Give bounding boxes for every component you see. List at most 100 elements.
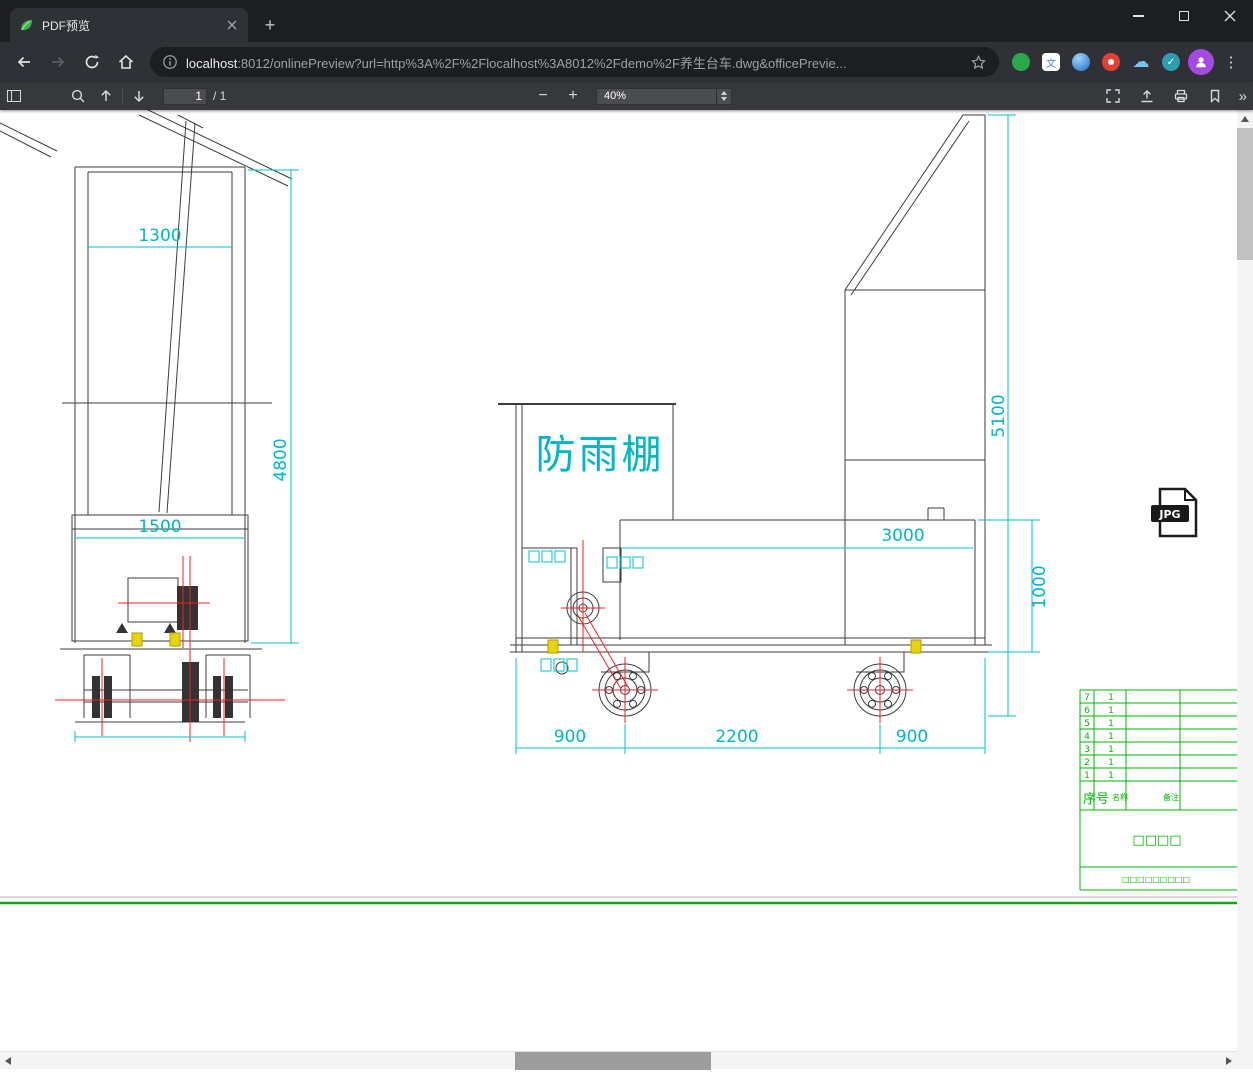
browser-menu-button[interactable]: ⋮ bbox=[1217, 48, 1245, 76]
side-view: 防雨棚 5100 3000 1000 900 2200 900 bbox=[498, 114, 1050, 754]
tab-favicon-leaf-icon bbox=[21, 20, 32, 31]
forward-button[interactable] bbox=[42, 46, 74, 78]
more-tools-button[interactable]: » bbox=[1239, 88, 1247, 105]
title-block-cell: 1 bbox=[1108, 758, 1114, 768]
scroll-right-button[interactable] bbox=[1221, 1052, 1237, 1070]
title-block-cell: 1 bbox=[1108, 706, 1114, 716]
sidebar-toggle-button[interactable] bbox=[0, 83, 28, 109]
page-number-input[interactable] bbox=[163, 87, 207, 105]
extension-icon-shield[interactable]: ✓ bbox=[1157, 48, 1185, 76]
title-block-footer: □□□□□□□□□ bbox=[1122, 875, 1190, 884]
title-block-cell: 7 bbox=[1084, 693, 1090, 703]
tab-title: PDF预览 bbox=[42, 18, 91, 33]
fullscreen-icon bbox=[1105, 89, 1120, 103]
page-count-label: / 1 bbox=[213, 89, 227, 103]
back-icon bbox=[17, 56, 30, 68]
open-file-icon bbox=[1141, 90, 1153, 103]
presentation-mode-button[interactable] bbox=[1099, 83, 1127, 109]
window-close-button[interactable] bbox=[1207, 0, 1253, 32]
site-info-icon[interactable] bbox=[162, 54, 178, 70]
title-block-header: 序号 bbox=[1083, 792, 1109, 807]
title-block-cell: 1 bbox=[1084, 771, 1090, 781]
title-block-cell: 1 bbox=[1108, 732, 1114, 742]
horizontal-scrollbar-thumb[interactable] bbox=[515, 1052, 711, 1070]
select-spinner-icon bbox=[716, 88, 731, 104]
window-minimize-button[interactable] bbox=[1115, 0, 1161, 32]
print-button[interactable] bbox=[1167, 83, 1195, 109]
person-icon bbox=[1196, 57, 1206, 68]
extension-icon-cloud[interactable]: ☁ bbox=[1127, 48, 1155, 76]
title-block-cell: 6 bbox=[1084, 706, 1090, 716]
jpg-label: JPG bbox=[1158, 508, 1180, 521]
title-block-header: 名称 bbox=[1112, 792, 1128, 802]
next-page-button[interactable] bbox=[125, 83, 153, 109]
zoom-level-value: 40% bbox=[604, 90, 627, 102]
address-bar[interactable]: localhost:8012/onlinePreview?url=http%3A… bbox=[150, 47, 999, 77]
close-icon bbox=[1224, 10, 1236, 22]
pdf-toolbar-right: » bbox=[1099, 82, 1247, 110]
extension-icon-blue-sphere[interactable] bbox=[1067, 48, 1095, 76]
dimension-label: 1300 bbox=[138, 226, 181, 246]
arrow-up-icon bbox=[101, 89, 111, 101]
titlebar: PDF预览 + bbox=[0, 0, 1253, 42]
dimension-label: 1000 bbox=[1030, 565, 1050, 608]
zoom-level-select[interactable]: 40% bbox=[596, 87, 732, 105]
new-tab-button[interactable]: + bbox=[258, 13, 282, 37]
zoom-in-button[interactable]: + bbox=[558, 87, 588, 105]
pdf-page: 1300 1500 4800 防雨棚 5100 3000 1000 900 22… bbox=[0, 110, 1237, 1079]
bookmark-button[interactable] bbox=[1201, 83, 1229, 109]
extension-icon-green[interactable] bbox=[1007, 48, 1035, 76]
cad-drawing: 1300 1500 4800 防雨棚 5100 3000 1000 900 22… bbox=[0, 110, 1237, 905]
home-button[interactable] bbox=[110, 46, 142, 78]
tab-close-icon[interactable] bbox=[224, 17, 240, 33]
window-maximize-button[interactable] bbox=[1161, 0, 1207, 32]
title-block-cell: 1 bbox=[1108, 745, 1114, 755]
jpg-file-icon: JPG bbox=[1151, 487, 1198, 538]
profile-avatar[interactable] bbox=[1187, 48, 1215, 76]
navigation-bar: localhost:8012/onlinePreview?url=http%3A… bbox=[0, 42, 1253, 82]
open-file-button[interactable] bbox=[1133, 83, 1161, 109]
title-block-cell: 1 bbox=[1108, 693, 1114, 703]
home-icon bbox=[118, 54, 134, 69]
bookmark-icon bbox=[1210, 89, 1219, 104]
find-button[interactable] bbox=[64, 83, 92, 109]
extension-icon-red[interactable] bbox=[1097, 48, 1125, 76]
zoom-controls: − + 40% bbox=[528, 82, 732, 110]
window-controls bbox=[1115, 0, 1253, 32]
vertical-scrollbar-thumb[interactable] bbox=[1237, 128, 1253, 260]
scroll-up-button[interactable] bbox=[1237, 110, 1253, 127]
browser-tab[interactable]: PDF预览 bbox=[10, 8, 248, 42]
title-block-cell: 2 bbox=[1084, 758, 1090, 768]
dimension-label: 900 bbox=[896, 727, 928, 747]
arrow-down-icon bbox=[134, 91, 144, 103]
search-icon bbox=[71, 89, 85, 103]
reload-icon bbox=[85, 54, 100, 69]
extension-icon-translate[interactable]: 文 bbox=[1037, 48, 1065, 76]
title-block-header: 备注 bbox=[1163, 792, 1179, 802]
reload-button[interactable] bbox=[76, 46, 108, 78]
sidebar-icon bbox=[7, 90, 21, 102]
back-button[interactable] bbox=[8, 46, 40, 78]
horizontal-scrollbar[interactable] bbox=[0, 1051, 1237, 1070]
title-block-cell: 3 bbox=[1084, 745, 1090, 755]
dimension-label: 3000 bbox=[881, 526, 924, 546]
vertical-scrollbar[interactable] bbox=[1237, 110, 1253, 1069]
zoom-out-button[interactable]: − bbox=[528, 87, 558, 105]
previous-page-button[interactable] bbox=[92, 83, 120, 109]
minimize-icon bbox=[1132, 15, 1144, 17]
front-view: 1300 1500 4800 bbox=[0, 110, 299, 742]
title-block-cell: 1 bbox=[1108, 771, 1114, 781]
url-text: localhost:8012/onlinePreview?url=http%3A… bbox=[186, 55, 847, 71]
title-block: 7 1 6 1 5 1 4 1 3 1 2 1 1 1 序号 名称 备注 □□□… bbox=[1079, 689, 1237, 891]
scroll-left-button[interactable] bbox=[0, 1052, 16, 1070]
scrollbar-corner bbox=[1237, 1051, 1253, 1069]
dimension-label: 5100 bbox=[989, 394, 1009, 437]
dimension-label: 1500 bbox=[138, 517, 181, 537]
bookmark-star-icon[interactable] bbox=[970, 54, 987, 71]
print-icon bbox=[1174, 89, 1187, 103]
pdf-toolbar: / 1 − + 40% » bbox=[0, 82, 1253, 110]
title-block-cell: 4 bbox=[1084, 732, 1090, 742]
dimension-label: 4800 bbox=[271, 438, 291, 481]
dimension-label: 900 bbox=[554, 727, 586, 747]
dimension-label: 2200 bbox=[715, 727, 758, 747]
